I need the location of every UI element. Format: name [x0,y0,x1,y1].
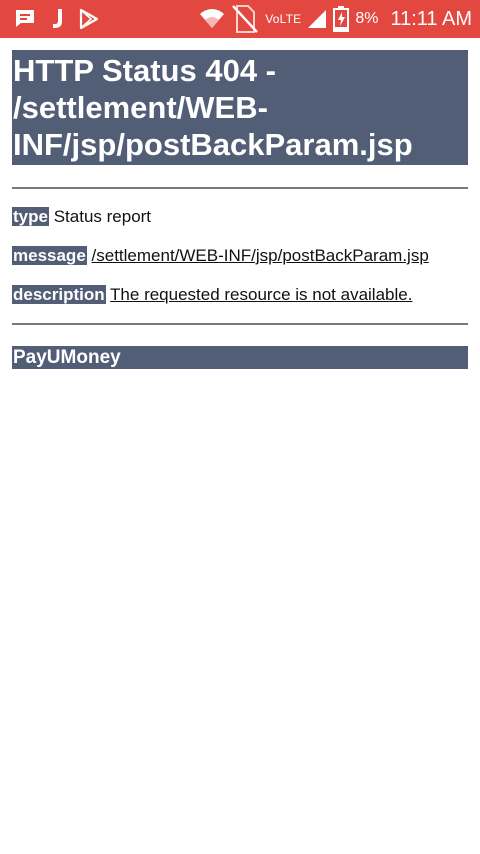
error-page: HTTP Status 404 - /settlement/WEB-INF/js… [12,50,468,369]
divider [12,323,468,325]
message-icon [14,9,36,29]
description-label: description [12,285,106,304]
clock: 11:11 AM [390,7,472,30]
status-bar: VoLTE 8% 11:11 AM [0,0,480,38]
description-value: The requested resource is not available. [110,285,413,304]
type-label: type [12,207,49,226]
description-row: description The requested resource is no… [12,284,468,306]
type-value: Status report [53,207,152,226]
page-title: HTTP Status 404 - /settlement/WEB-INF/js… [12,50,468,165]
message-value: /settlement/WEB-INF/jsp/postBackParam.js… [91,246,429,265]
battery-percentage: 8% [355,10,379,27]
message-label: message [12,246,87,265]
message-row: message /settlement/WEB-INF/jsp/postBack… [12,245,468,267]
divider [12,187,468,189]
j-app-icon [50,8,64,30]
no-sim-icon [231,4,259,34]
type-row: type Status report [12,206,468,228]
play-store-icon [78,8,100,30]
server-name-heading: PayUMoney [12,346,468,369]
battery-charging-icon [333,6,350,32]
volte-indicator: VoLTE [265,12,302,26]
wifi-icon [199,9,225,29]
cellular-signal-icon [307,9,327,29]
